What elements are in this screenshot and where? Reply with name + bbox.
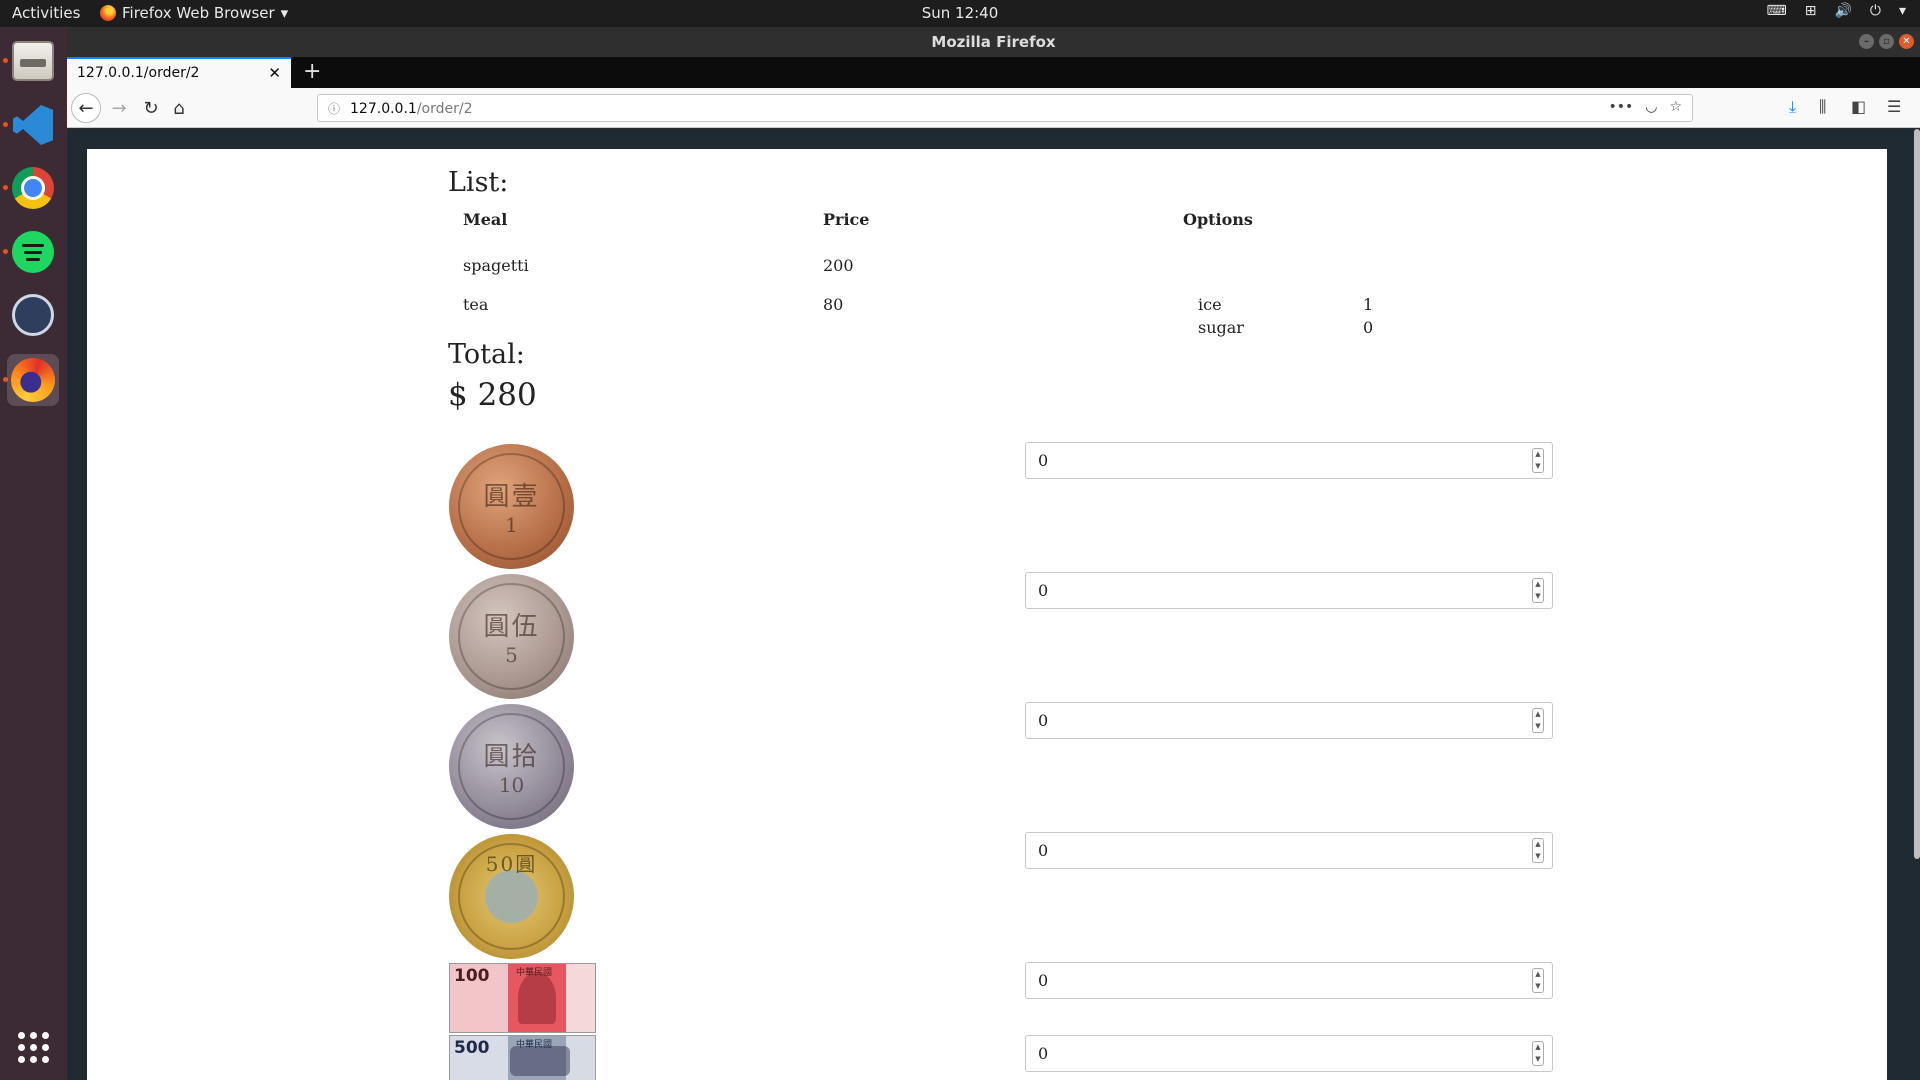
- quantity-input-note-500[interactable]: 0 ▲ ▼: [1025, 1035, 1553, 1072]
- total-amount: $ 280: [448, 377, 537, 413]
- new-tab-button[interactable]: +: [303, 59, 321, 84]
- window-titlebar: Mozilla Firefox – ▫ ✕: [67, 27, 1920, 57]
- dock-spotify[interactable]: [7, 226, 59, 278]
- firefox-icon: [11, 358, 55, 402]
- bookmark-star-icon[interactable]: ☆: [1669, 99, 1682, 115]
- downloads-icon[interactable]: ⤓: [1789, 97, 1796, 117]
- power-icon[interactable]: ⏻: [1870, 3, 1881, 19]
- hamburger-menu-icon[interactable]: ☰: [1887, 97, 1901, 116]
- row-meal: tea: [463, 295, 489, 314]
- total-heading: Total:: [448, 339, 525, 370]
- system-tray[interactable]: ⌨ ⊞ 🔊 ⏻ ▾: [1767, 3, 1907, 19]
- system-top-bar: Activities Firefox Web Browser ▾ Sun 12:…: [0, 0, 1920, 27]
- quantity-input-coin-50[interactable]: 0 ▲ ▼: [1025, 832, 1553, 869]
- coin-5-icon: 圓伍 5: [449, 574, 574, 699]
- show-applications-button[interactable]: [7, 1021, 59, 1073]
- close-window-button[interactable]: ✕: [1899, 34, 1914, 49]
- quantity-input-coin-5[interactable]: 0 ▲ ▼: [1025, 572, 1553, 609]
- option-value: 1: [1363, 295, 1374, 314]
- stepper-arrows-icon[interactable]: ▲ ▼: [1532, 1041, 1544, 1066]
- row-price: 200: [823, 256, 854, 275]
- banknote-500-icon: 500 中華民國: [449, 1035, 596, 1080]
- dock-vscode[interactable]: [7, 99, 59, 151]
- ghost-client-icon: [12, 294, 54, 336]
- close-tab-icon[interactable]: ✕: [268, 64, 281, 82]
- quantity-value: 0: [1038, 711, 1049, 730]
- quantity-input-coin-10[interactable]: 0 ▲ ▼: [1025, 702, 1553, 739]
- app-grid-icon: [17, 1031, 49, 1063]
- quantity-value: 0: [1038, 1044, 1049, 1063]
- maximize-button[interactable]: ▫: [1879, 34, 1894, 49]
- list-heading: List:: [448, 167, 509, 198]
- tab-active[interactable]: 127.0.0.1/order/2 ✕: [67, 57, 291, 88]
- quantity-input-coin-1[interactable]: 0 ▲ ▼: [1025, 442, 1553, 479]
- order-page: List: Meal Price Options spagetti 200 te…: [87, 149, 1887, 1080]
- chrome-icon: [12, 167, 54, 209]
- navigation-toolbar: ← → ↻ ⌂ ⓘ 127.0.0.1/order/2 ••• ◡ ☆ ⤓ ⫼ ◧…: [67, 88, 1920, 128]
- team-photo-graphic: [510, 1046, 570, 1076]
- stepper-arrows-icon[interactable]: ▲ ▼: [1532, 448, 1544, 473]
- stepper-arrows-icon[interactable]: ▲ ▼: [1532, 708, 1544, 733]
- dock-firefox[interactable]: [7, 354, 59, 406]
- option-name: ice: [1198, 295, 1222, 314]
- quantity-value: 0: [1038, 841, 1049, 860]
- pocket-icon[interactable]: ◡: [1645, 99, 1657, 115]
- note-denomination: 100: [454, 966, 490, 986]
- files-icon: [12, 41, 54, 81]
- page-actions-icon[interactable]: •••: [1608, 99, 1633, 115]
- banknote-100-icon: 100 中華民國: [449, 963, 596, 1033]
- stepper-arrows-icon[interactable]: ▲ ▼: [1532, 838, 1544, 863]
- reload-button[interactable]: ↻: [137, 94, 165, 122]
- column-header-price: Price: [823, 210, 870, 229]
- coin-50-icon: 50圓: [449, 834, 574, 959]
- quantity-value: 0: [1038, 581, 1049, 600]
- dock-ghost-client[interactable]: [7, 289, 59, 341]
- option-name: sugar: [1198, 318, 1244, 337]
- keyboard-icon[interactable]: ⌨: [1767, 3, 1787, 19]
- stepper-arrows-icon[interactable]: ▲ ▼: [1532, 968, 1544, 993]
- spotify-icon: [12, 231, 54, 273]
- vscode-icon: [13, 105, 53, 145]
- url-host: 127.0.0.1: [350, 101, 417, 117]
- quantity-input-note-100[interactable]: 0 ▲ ▼: [1025, 962, 1553, 999]
- page-scrollbar[interactable]: [1914, 129, 1920, 859]
- site-info-icon[interactable]: ⓘ: [328, 102, 340, 116]
- url-bar[interactable]: ⓘ 127.0.0.1/order/2 ••• ◡ ☆: [317, 94, 1693, 122]
- dock: [0, 27, 67, 1080]
- coin-face-text: 50圓: [485, 852, 538, 876]
- network-icon[interactable]: ⊞: [1805, 3, 1817, 19]
- page-viewport: List: Meal Price Options spagetti 200 te…: [67, 129, 1920, 1080]
- dock-files[interactable]: [7, 35, 59, 87]
- coin-1-icon: 圓壹 1: [449, 444, 574, 569]
- back-button[interactable]: ←: [71, 93, 101, 123]
- forward-button[interactable]: →: [105, 94, 133, 122]
- row-price: 80: [823, 295, 844, 314]
- column-header-options: Options: [1183, 210, 1253, 229]
- note-denomination: 500: [454, 1038, 490, 1058]
- coin-10-icon: 圓拾 10: [449, 704, 574, 829]
- url-path: /order/2: [416, 101, 473, 117]
- column-header-meal: Meal: [463, 210, 508, 229]
- tab-bar: 127.0.0.1/order/2 ✕ +: [67, 57, 1920, 88]
- quantity-value: 0: [1038, 451, 1049, 470]
- portrait-graphic: [518, 972, 556, 1024]
- stepper-arrows-icon[interactable]: ▲ ▼: [1532, 578, 1544, 603]
- library-icon[interactable]: ⫼: [1819, 97, 1826, 117]
- clock[interactable]: Sun 12:40: [0, 4, 1920, 22]
- minimize-button[interactable]: –: [1859, 34, 1874, 49]
- dock-chrome[interactable]: [7, 162, 59, 214]
- quantity-value: 0: [1038, 971, 1049, 990]
- window-title: Mozilla Firefox: [931, 33, 1056, 51]
- chevron-down-icon[interactable]: ▾: [1899, 3, 1906, 19]
- sidebar-icon[interactable]: ◧: [1851, 97, 1866, 116]
- home-button[interactable]: ⌂: [165, 94, 193, 122]
- option-value: 0: [1363, 318, 1374, 337]
- row-meal: spagetti: [463, 256, 529, 275]
- tab-title: 127.0.0.1/order/2: [77, 65, 200, 81]
- volume-icon[interactable]: 🔊: [1834, 3, 1851, 19]
